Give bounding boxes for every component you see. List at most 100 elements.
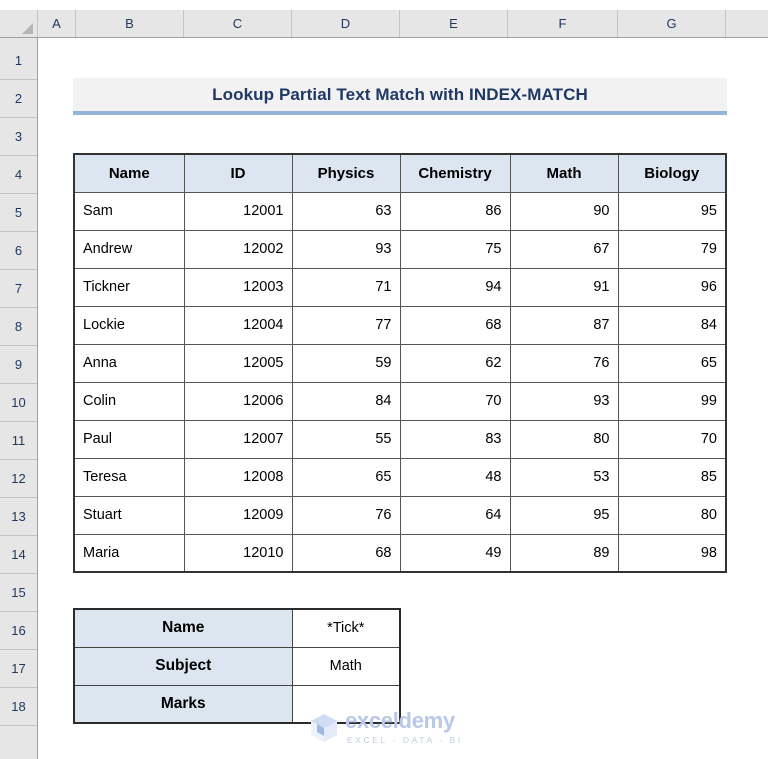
cell-physics[interactable]: 68: [291, 533, 401, 573]
row-header-4[interactable]: 4: [0, 156, 37, 194]
cell-physics[interactable]: 71: [291, 267, 401, 307]
cell-id[interactable]: 12002: [183, 229, 293, 269]
column-header-f[interactable]: F: [508, 10, 618, 37]
cell-name[interactable]: Paul: [73, 419, 185, 459]
row-header-12[interactable]: 12: [0, 460, 37, 498]
cell-name[interactable]: Tickner: [73, 267, 185, 307]
table-row[interactable]: Lockie 12004 77 68 87 84: [73, 305, 727, 345]
row-header-15[interactable]: 15: [0, 574, 37, 612]
cell-chemistry[interactable]: 49: [399, 533, 511, 573]
lookup-value-name[interactable]: *Tick*: [291, 608, 401, 648]
lookup-body[interactable]: Name *Tick* Subject Math Marks: [73, 608, 401, 724]
column-header-d[interactable]: D: [292, 10, 400, 37]
column-header-cell-physics[interactable]: Physics: [291, 153, 401, 193]
column-header-cell-biology[interactable]: Biology: [617, 153, 727, 193]
column-header-c[interactable]: C: [184, 10, 292, 37]
cell-biology[interactable]: 84: [617, 305, 727, 345]
select-all-corner-button[interactable]: [0, 10, 38, 37]
cell-math[interactable]: 67: [509, 229, 619, 269]
table-row[interactable]: Tickner 12003 71 94 91 96: [73, 267, 727, 307]
cell-chemistry[interactable]: 48: [399, 457, 511, 497]
cell-physics[interactable]: 93: [291, 229, 401, 269]
row-header-2[interactable]: 2: [0, 80, 37, 118]
cell-math[interactable]: 53: [509, 457, 619, 497]
cell-chemistry[interactable]: 70: [399, 381, 511, 421]
cell-chemistry[interactable]: 68: [399, 305, 511, 345]
cell-grid[interactable]: Lookup Partial Text Match with INDEX-MAT…: [39, 38, 768, 759]
cell-physics[interactable]: 76: [291, 495, 401, 535]
cell-chemistry[interactable]: 64: [399, 495, 511, 535]
column-header-cell-id[interactable]: ID: [183, 153, 293, 193]
column-header-cell-chemistry[interactable]: Chemistry: [399, 153, 511, 193]
lookup-value-marks[interactable]: [291, 684, 401, 724]
row-header-10[interactable]: 10: [0, 384, 37, 422]
table-row[interactable]: Maria 12010 68 49 89 98: [73, 533, 727, 573]
cell-math[interactable]: 76: [509, 343, 619, 383]
lookup-row[interactable]: Subject Math: [73, 646, 401, 686]
column-header-cell-name[interactable]: Name: [73, 153, 185, 193]
cell-id[interactable]: 12001: [183, 191, 293, 231]
cell-chemistry[interactable]: 83: [399, 419, 511, 459]
cell-id[interactable]: 12010: [183, 533, 293, 573]
cell-name[interactable]: Maria: [73, 533, 185, 573]
column-header-e[interactable]: E: [400, 10, 508, 37]
table-row[interactable]: Andrew 12002 93 75 67 79: [73, 229, 727, 269]
cell-name[interactable]: Teresa: [73, 457, 185, 497]
cell-biology[interactable]: 96: [617, 267, 727, 307]
row-header-11[interactable]: 11: [0, 422, 37, 460]
cell-math[interactable]: 91: [509, 267, 619, 307]
row-header-6[interactable]: 6: [0, 232, 37, 270]
row-header-3[interactable]: 3: [0, 118, 37, 156]
cell-math[interactable]: 95: [509, 495, 619, 535]
cell-name[interactable]: Stuart: [73, 495, 185, 535]
row-header-13[interactable]: 13: [0, 498, 37, 536]
cell-physics[interactable]: 55: [291, 419, 401, 459]
cell-physics[interactable]: 65: [291, 457, 401, 497]
table-row[interactable]: Sam 12001 63 86 90 95: [73, 191, 727, 231]
row-header-7[interactable]: 7: [0, 270, 37, 308]
cell-id[interactable]: 12003: [183, 267, 293, 307]
table-row[interactable]: Paul 12007 55 83 80 70: [73, 419, 727, 459]
table-row[interactable]: Teresa 12008 65 48 53 85: [73, 457, 727, 497]
cell-math[interactable]: 89: [509, 533, 619, 573]
lookup-value-subject[interactable]: Math: [291, 646, 401, 686]
cell-math[interactable]: 93: [509, 381, 619, 421]
cell-biology[interactable]: 85: [617, 457, 727, 497]
cell-biology[interactable]: 80: [617, 495, 727, 535]
row-header-18[interactable]: 18: [0, 688, 37, 726]
cell-biology[interactable]: 95: [617, 191, 727, 231]
cell-physics[interactable]: 84: [291, 381, 401, 421]
row-header-8[interactable]: 8: [0, 308, 37, 346]
cell-id[interactable]: 12008: [183, 457, 293, 497]
row-header-16[interactable]: 16: [0, 612, 37, 650]
column-header-b[interactable]: B: [76, 10, 184, 37]
cell-biology[interactable]: 70: [617, 419, 727, 459]
row-header-17[interactable]: 17: [0, 650, 37, 688]
cell-name[interactable]: Colin: [73, 381, 185, 421]
cell-name[interactable]: Lockie: [73, 305, 185, 345]
table-body[interactable]: Sam 12001 63 86 90 95 Andrew 12002 93 75 67 79 Tickn…: [73, 191, 727, 573]
cell-name[interactable]: Anna: [73, 343, 185, 383]
column-header-a[interactable]: A: [38, 10, 76, 37]
cell-math[interactable]: 80: [509, 419, 619, 459]
row-header-5[interactable]: 5: [0, 194, 37, 232]
lookup-criteria-table[interactable]: Name *Tick* Subject Math Marks: [73, 608, 401, 724]
cell-physics[interactable]: 63: [291, 191, 401, 231]
cell-id[interactable]: 12004: [183, 305, 293, 345]
cell-name[interactable]: Andrew: [73, 229, 185, 269]
cell-math[interactable]: 90: [509, 191, 619, 231]
cell-id[interactable]: 12009: [183, 495, 293, 535]
student-marks-table[interactable]: Name ID Physics Chemistry Math Biology Sam 120…: [73, 153, 727, 573]
cell-physics[interactable]: 77: [291, 305, 401, 345]
cell-chemistry[interactable]: 62: [399, 343, 511, 383]
cell-biology[interactable]: 98: [617, 533, 727, 573]
cell-id[interactable]: 12006: [183, 381, 293, 421]
table-row[interactable]: Colin 12006 84 70 93 99: [73, 381, 727, 421]
cell-math[interactable]: 87: [509, 305, 619, 345]
row-header-1[interactable]: 1: [0, 42, 37, 80]
lookup-row[interactable]: Name *Tick*: [73, 608, 401, 648]
row-header-14[interactable]: 14: [0, 536, 37, 574]
column-header-g[interactable]: G: [618, 10, 726, 37]
cell-chemistry[interactable]: 75: [399, 229, 511, 269]
table-row[interactable]: Stuart 12009 76 64 95 80: [73, 495, 727, 535]
